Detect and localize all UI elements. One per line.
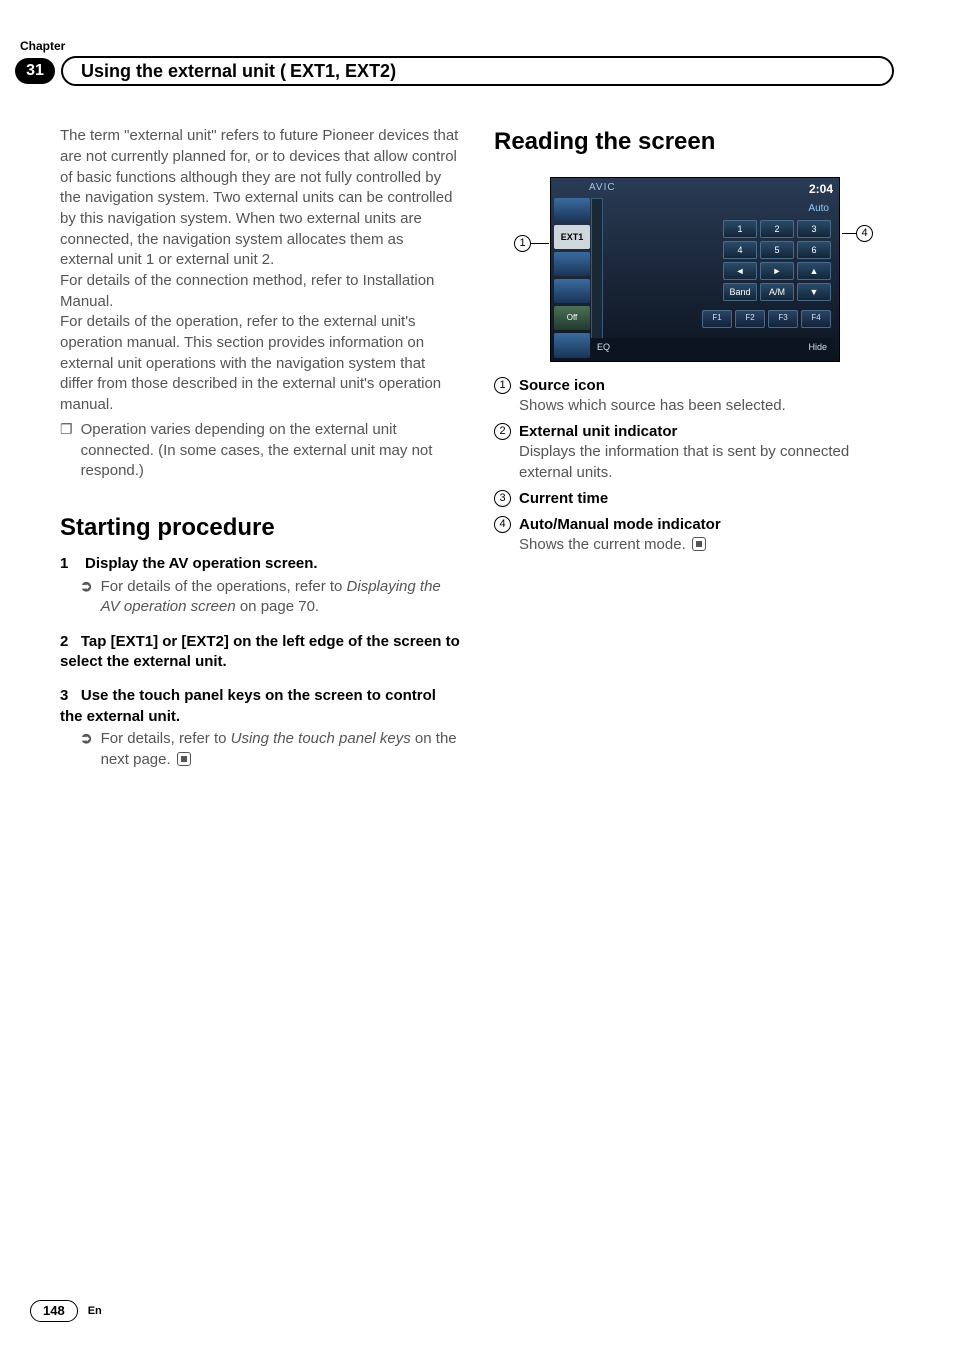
function-key-row: F1 F2 F3 F4 — [702, 310, 831, 328]
key-down-icon[interactable]: ▼ — [797, 283, 831, 301]
key-prev-icon[interactable]: ◄ — [723, 262, 757, 280]
key-5[interactable]: 5 — [760, 241, 794, 259]
step-number: 2 — [60, 633, 68, 650]
step-2: 2 Tap [EXT1] or [EXT2] on the left edge … — [60, 632, 460, 673]
note-text: For details, refer to — [101, 730, 231, 747]
legend-desc: Shows which source has been selected. — [519, 396, 786, 416]
legend-item-4: 4 Auto/Manual mode indicator Shows the c… — [494, 515, 894, 556]
step-number: 1 — [60, 555, 68, 572]
legend-num: 2 — [494, 423, 511, 440]
note-text: For details of the operations, refer to — [101, 578, 347, 595]
key-next-icon[interactable]: ► — [760, 262, 794, 280]
starting-procedure-heading: Starting procedure — [60, 512, 460, 544]
intro-para-1: The term "external unit" refers to futur… — [60, 126, 460, 271]
intro-para-2: For details of the connection method, re… — [60, 271, 460, 312]
sidebar-item[interactable] — [554, 333, 590, 357]
key-f1[interactable]: F1 — [702, 310, 732, 328]
key-am[interactable]: A/M — [760, 283, 794, 301]
key-1[interactable]: 1 — [723, 220, 757, 238]
chapter-number-badge: 31 — [15, 58, 55, 84]
bullet-icon: ❐ — [60, 420, 73, 482]
language-label: En — [88, 1304, 102, 1319]
legend-desc: Shows the current mode. — [519, 535, 721, 555]
keypad: 1 2 3 4 5 6 ◄ ► ▲ Band A/M ▼ — [723, 220, 831, 301]
left-column: The term "external unit" refers to futur… — [60, 126, 460, 770]
step-3: 3 Use the touch panel keys on the screen… — [60, 686, 460, 727]
auto-indicator: Auto — [808, 202, 829, 216]
step-title: Use the touch panel keys on the screen t… — [60, 687, 436, 724]
screenshot-diagram: 2 3 1 4 — [514, 177, 874, 362]
key-2[interactable]: 2 — [760, 220, 794, 238]
legend-desc: Displays the information that is sent by… — [519, 442, 894, 483]
note-text-suffix: on page 70. — [236, 598, 319, 615]
chapter-title-main: Using the external unit ( — [81, 59, 286, 83]
chapter-label: Chapter — [20, 38, 894, 54]
key-3[interactable]: 3 — [797, 220, 831, 238]
step-1-note: ➲ For details of the operations, refer t… — [80, 577, 460, 618]
callout-1: 1 — [514, 235, 531, 252]
key-6[interactable]: 6 — [797, 241, 831, 259]
hide-button[interactable]: Hide — [808, 341, 827, 353]
key-f4[interactable]: F4 — [801, 310, 831, 328]
chapter-header: 31 Using the external unit ( EXT1, EXT2) — [15, 56, 894, 86]
step-title: Display the AV operation screen. — [85, 555, 318, 572]
eq-button[interactable]: EQ — [597, 341, 610, 353]
legend-title: Source icon — [519, 376, 786, 396]
key-4[interactable]: 4 — [723, 241, 757, 259]
right-column: Reading the screen 2 3 1 — [494, 126, 894, 770]
sidebar-item[interactable] — [554, 252, 590, 276]
legend-title: External unit indicator — [519, 422, 894, 442]
page-footer: 148 En — [30, 1300, 102, 1322]
chapter-title-lozenge: Using the external unit ( EXT1, EXT2) — [61, 56, 894, 86]
legend-num: 3 — [494, 490, 511, 507]
callout-4: 4 — [856, 225, 873, 242]
sidebar-item-ext1[interactable]: EXT1 — [554, 225, 590, 249]
legend-num: 1 — [494, 377, 511, 394]
av-screen-mock: AVIC 2:04 Auto EXT1 Off 1 — [550, 177, 840, 362]
end-section-icon — [692, 537, 706, 551]
end-section-icon — [177, 752, 191, 766]
clock-time: 2:04 — [809, 181, 833, 197]
bullet-text: Operation varies depending on the extern… — [81, 420, 460, 482]
bullet-item: ❐ Operation varies depending on the exte… — [60, 420, 460, 482]
legend-item-1: 1 Source icon Shows which source has bee… — [494, 376, 894, 417]
key-f3[interactable]: F3 — [768, 310, 798, 328]
arrow-right-icon: ➲ — [80, 577, 93, 618]
step-3-note: ➲ For details, refer to Using the touch … — [80, 729, 460, 770]
page-number: 148 — [30, 1300, 78, 1322]
key-band[interactable]: Band — [723, 283, 757, 301]
key-f2[interactable]: F2 — [735, 310, 765, 328]
avic-label: AVIC — [589, 181, 616, 197]
sidebar-item[interactable] — [554, 279, 590, 303]
key-up-icon[interactable]: ▲ — [797, 262, 831, 280]
source-sidebar: EXT1 Off — [554, 198, 590, 358]
note-ref-italic: Using the touch panel keys — [231, 730, 411, 747]
step-1: 1 Display the AV operation screen. — [60, 554, 460, 574]
bottom-bar: EQ Hide — [591, 338, 833, 356]
sidebar-item-off[interactable]: Off — [554, 306, 590, 330]
legend-num: 4 — [494, 516, 511, 533]
arrow-right-icon: ➲ — [80, 729, 93, 770]
legend-item-3: 3 Current time — [494, 489, 894, 509]
step-title: Tap [EXT1] or [EXT2] on the left edge of… — [60, 633, 460, 670]
reading-screen-heading: Reading the screen — [494, 126, 894, 158]
legend-title: Auto/Manual mode indicator — [519, 515, 721, 535]
intro-para-3: For details of the operation, refer to t… — [60, 312, 460, 415]
sidebar-item[interactable] — [554, 198, 590, 222]
chapter-title-sub: EXT1, EXT2) — [290, 59, 396, 83]
scroll-tab[interactable] — [591, 198, 603, 341]
legend-title: Current time — [519, 489, 608, 509]
legend-item-2: 2 External unit indicator Displays the i… — [494, 422, 894, 483]
step-number: 3 — [60, 687, 68, 704]
